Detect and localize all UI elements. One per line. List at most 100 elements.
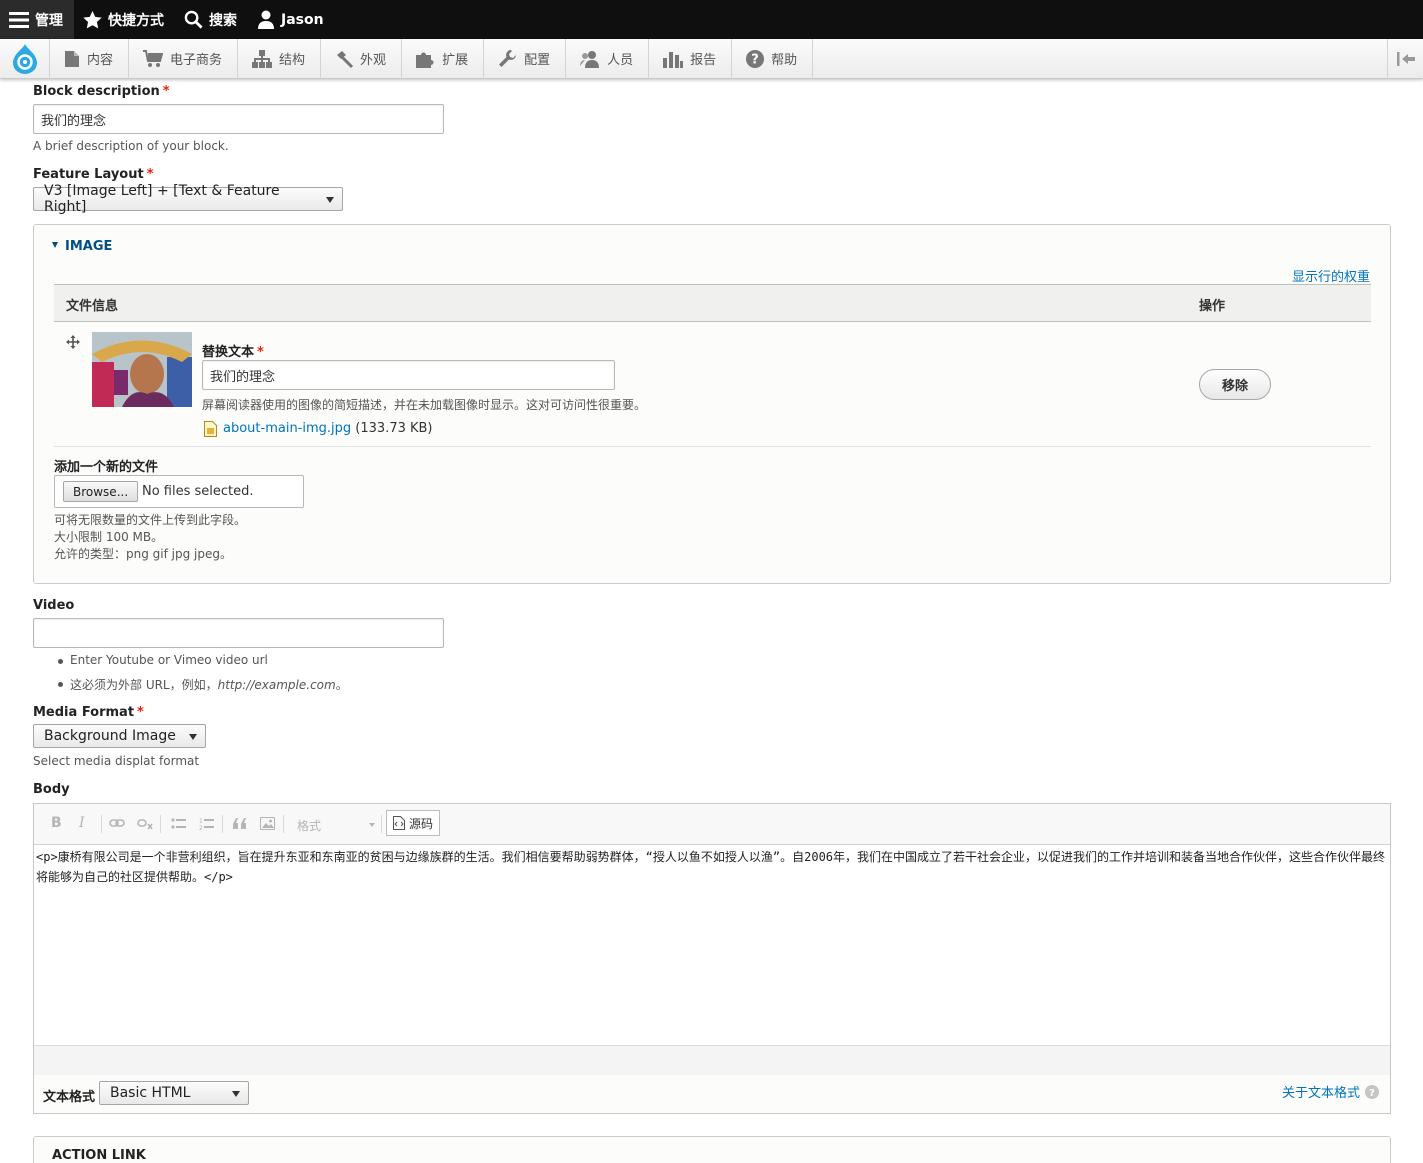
about-text-formats-link[interactable]: 关于文本格式: [1282, 1082, 1360, 1101]
tray-item-reports[interactable]: 报告: [649, 39, 733, 78]
tray-item-appearance[interactable]: 外观: [321, 39, 403, 78]
svg-text:?: ?: [751, 52, 759, 67]
chevron-down-icon: [326, 197, 334, 203]
tray-item-config[interactable]: 配置: [484, 39, 567, 78]
tray-item-commerce[interactable]: 电子商务: [129, 39, 239, 78]
bar-chart-icon: [663, 51, 684, 68]
feature-layout-select[interactable]: V3 [Image Left] + [Text & Feature Right]: [33, 183, 343, 215]
hamburger-icon: [9, 11, 29, 28]
star-icon: [83, 10, 102, 28]
tray-item-label: 帮助: [771, 53, 798, 68]
video-help-text: 这必须为外部 URL，例如，: [70, 678, 218, 692]
video-help-url: Enter Youtube or Vimeo video url: [58, 653, 268, 667]
tray-item-people[interactable]: 人员: [566, 39, 650, 78]
blockquote-icon[interactable]: [232, 818, 247, 829]
show-row-weights-link[interactable]: 显示行的权重: [1292, 266, 1370, 285]
about-text-formats[interactable]: 关于文本格式 ?: [1282, 1082, 1379, 1101]
triangle-down-icon: [52, 242, 58, 248]
image-file-icon: [204, 421, 217, 437]
tray-item-label: 报告: [690, 53, 717, 68]
file-icon: [65, 50, 79, 67]
image-fieldset-legend[interactable]: IMAGE: [52, 239, 112, 254]
video-help-end: 。: [335, 678, 348, 692]
admin-toolbar: 管理 快捷方式 搜索 Jason: [0, 0, 1423, 39]
bulleted-list-icon[interactable]: [171, 817, 186, 830]
drupal-logo[interactable]: [0, 39, 50, 78]
svg-text:?: ?: [1369, 1088, 1375, 1099]
collapse-icon: [1396, 51, 1415, 66]
block-description-input[interactable]: 我们的理念: [33, 104, 444, 134]
numbered-list-icon[interactable]: 12: [199, 817, 214, 831]
shortcuts-button[interactable]: 快捷方式: [74, 0, 175, 39]
tray-item-label: 扩展: [442, 53, 469, 68]
help-icon: ?: [1365, 1084, 1379, 1099]
unlink-icon[interactable]: [137, 818, 153, 830]
bold-icon[interactable]: B: [51, 815, 62, 831]
required-marker: *: [257, 345, 264, 360]
block-description-value: 我们的理念: [41, 113, 107, 129]
alt-text-help: 屏幕阅读器使用的图像的简短描述，并在未加载图像时显示。这对可访问性很重要。: [202, 398, 647, 412]
manage-menu-button[interactable]: 管理: [0, 0, 74, 39]
action-link-fieldset: ACTION LINK: [33, 1136, 1391, 1163]
source-button[interactable]: 源码: [386, 810, 441, 836]
table-row: 替换文本 * 我们的理念 屏幕阅读器使用的图像的简短描述，并在未加载图像时显示。这…: [54, 322, 1371, 447]
media-format-help: Select media displat format: [33, 754, 200, 768]
editor-toolbar: B I 12 格式 源码: [34, 804, 1390, 845]
tray-item-structure[interactable]: 结构: [238, 39, 322, 78]
video-label: Video: [33, 598, 75, 613]
puzzle-icon: [416, 52, 434, 68]
add-new-file-label: 添加一个新的文件: [54, 460, 159, 475]
alt-text-label-text: 替换文本: [202, 345, 255, 360]
drag-handle-icon[interactable]: [66, 335, 80, 349]
user-icon: [258, 10, 274, 29]
file-upload-input[interactable]: Browse... No files selected.: [54, 475, 304, 508]
text-format-select[interactable]: Basic HTML: [99, 1081, 249, 1105]
thumbnail-image: [92, 332, 192, 407]
video-help-external: 这必须为外部 URL，例如，http://example.com。: [58, 676, 348, 693]
tray-orientation-toggle[interactable]: [1387, 39, 1423, 78]
action-link-legend[interactable]: ACTION LINK: [52, 1148, 146, 1163]
file-size: (133.73 KB): [355, 421, 433, 436]
admin-tray: 内容 电子商务 结构 外观 扩展 配置 人员 报告 ? 帮助: [0, 39, 1423, 79]
block-description-help: A brief description of your block.: [33, 139, 229, 153]
feature-layout-label: Feature Layout *: [33, 167, 154, 182]
source-label: 源码: [409, 816, 434, 831]
italic-icon[interactable]: I: [79, 815, 85, 831]
manage-label: 管理: [35, 12, 63, 29]
text-format-value: Basic HTML: [110, 1085, 191, 1101]
tray-item-content[interactable]: 内容: [50, 39, 130, 78]
required-marker: *: [162, 84, 170, 99]
image-icon[interactable]: [260, 817, 275, 830]
cart-icon: [143, 49, 164, 67]
link-icon[interactable]: [109, 818, 125, 828]
tray-item-extend[interactable]: 扩展: [402, 39, 485, 78]
alt-text-label: 替换文本 *: [202, 341, 264, 360]
user-menu-button[interactable]: Jason: [248, 0, 335, 39]
browse-button[interactable]: Browse...: [63, 481, 139, 502]
sitemap-icon: [252, 49, 273, 68]
media-format-select[interactable]: Background Image: [33, 724, 206, 748]
media-format-value: Background Image: [44, 728, 176, 744]
tray-item-help[interactable]: ? 帮助: [732, 39, 814, 78]
file-link[interactable]: about-main-img.jpg: [223, 421, 351, 436]
alt-text-input[interactable]: 我们的理念: [202, 360, 615, 390]
body-source-textarea[interactable]: <p>康桥有限公司是一个非营利组织，旨在提升东亚和东南亚的贫困与边缘族群的生活。…: [35, 847, 1389, 887]
table-header: 文件信息 操作: [54, 284, 1371, 322]
format-dropdown[interactable]: 格式: [290, 814, 378, 835]
chevron-down-icon: [232, 1091, 240, 1097]
no-files-text: No files selected.: [142, 484, 254, 499]
col-operations: 操作: [1199, 299, 1226, 314]
search-button[interactable]: 搜索: [175, 0, 248, 39]
media-format-label-text: Media Format: [33, 705, 135, 720]
tray-item-label: 电子商务: [170, 53, 223, 68]
remove-button[interactable]: 移除: [1199, 369, 1271, 400]
video-url-input[interactable]: [33, 618, 444, 648]
svg-text:1: 1: [199, 818, 203, 825]
image-fieldset: IMAGE 显示行的权重 文件信息 操作 替换文本 * 我们的理念 屏幕阅读器使用…: [33, 224, 1391, 584]
people-icon: [580, 50, 600, 68]
upload-help-unlimited: 可将无限数量的文件上传到此字段。: [54, 513, 247, 527]
chevron-down-icon: [189, 734, 197, 740]
search-icon: [184, 10, 203, 29]
upload-help-types: 允许的类型：png gif jpg jpeg。: [54, 547, 232, 561]
required-marker: *: [146, 167, 154, 182]
